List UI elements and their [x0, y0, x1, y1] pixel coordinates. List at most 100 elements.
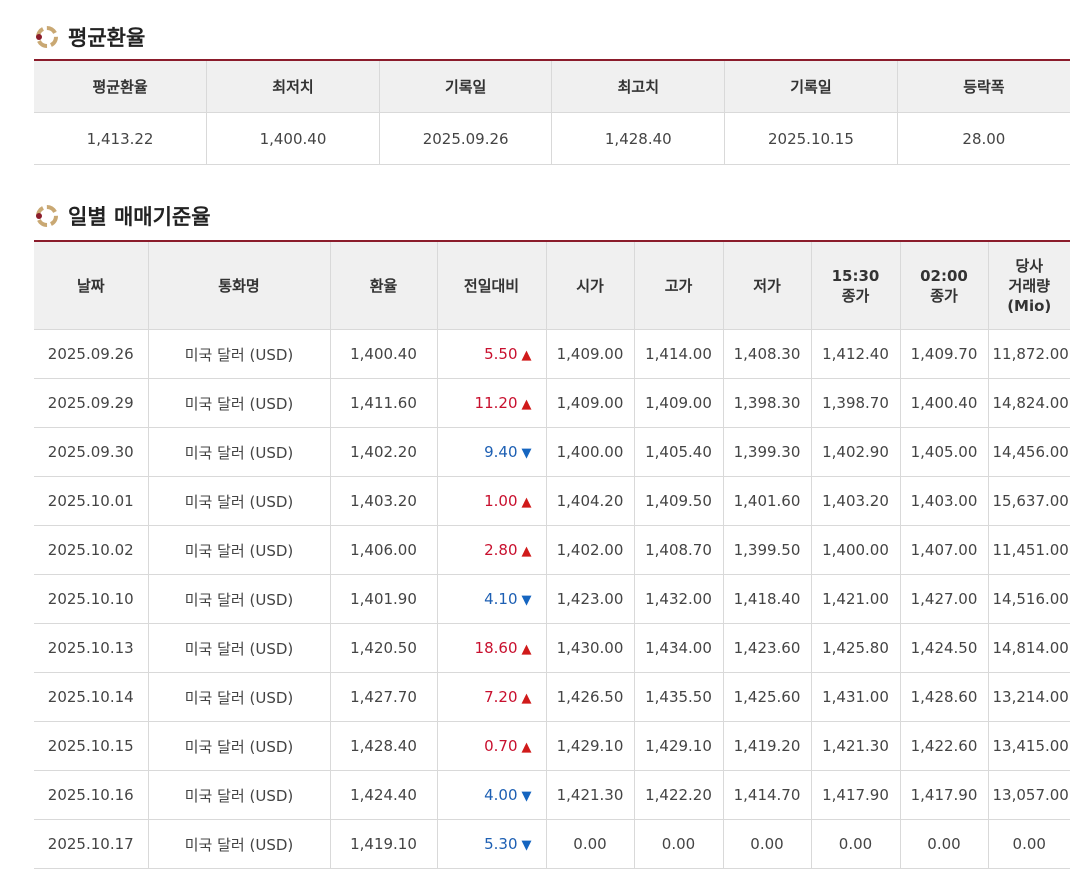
cell-close-0200: 1,422.60: [900, 721, 989, 771]
daily-header-row: 날짜 통화명 환율 전일대비 시가 고가 저가 15:30 종가 02:00 종…: [34, 241, 1070, 330]
cell-change: 5.50 ▲: [437, 329, 547, 379]
table-row: 2025.10.01 미국 달러 (USD) 1,403.20 1.00 ▲ 1,404.…: [34, 476, 1070, 526]
value-max: 1,428.40: [551, 112, 726, 165]
change-value: 5.50: [484, 345, 518, 363]
cell-date: 2025.10.01: [34, 476, 149, 526]
header-volume: 당사 거래량 (Mio): [988, 241, 1070, 330]
cell-high: 1,435.50: [634, 672, 724, 722]
change-value: 7.20: [484, 688, 518, 706]
cell-volume: 14,516.00: [988, 574, 1070, 624]
table-row: 2025.10.02 미국 달러 (USD) 1,406.00 2.80 ▲ 1,402.…: [34, 525, 1070, 575]
cell-close-1530: 1,403.20: [811, 476, 901, 526]
cell-high: 1,422.20: [634, 770, 724, 820]
cell-rate: 1,406.00: [330, 525, 438, 575]
cell-volume: 0.00: [988, 819, 1070, 869]
section-title-text: 일별 매매기준율: [68, 205, 211, 229]
cell-open: 1,402.00: [546, 525, 635, 575]
cell-open: 0.00: [546, 819, 635, 869]
cell-change: 2.80 ▲: [437, 525, 547, 575]
cell-close-0200: 1,407.00: [900, 525, 989, 575]
cell-date: 2025.10.02: [34, 525, 149, 575]
average-rate-table: 평균환율 최저치 기록일 최고치 기록일 등락폭 1,413.22 1,400.…: [34, 59, 1070, 165]
cell-currency: 미국 달러 (USD): [148, 770, 331, 820]
cell-change: 4.00 ▼: [437, 770, 547, 820]
cell-high: 1,429.10: [634, 721, 724, 771]
cell-currency: 미국 달러 (USD): [148, 574, 331, 624]
average-rate-header-row: 평균환율 최저치 기록일 최고치 기록일 등락폭: [34, 60, 1070, 113]
change-value: 9.40: [484, 443, 518, 461]
change-value: 4.00: [484, 786, 518, 804]
cell-volume: 14,456.00: [988, 427, 1070, 477]
cell-low: 1,398.30: [723, 378, 812, 428]
value-min: 1,400.40: [206, 112, 380, 165]
cell-currency: 미국 달러 (USD): [148, 819, 331, 869]
cell-close-0200: 1,405.00: [900, 427, 989, 477]
change-value: 18.60: [474, 639, 518, 657]
value-max-date: 2025.10.15: [724, 112, 898, 165]
cell-close-1530: 0.00: [811, 819, 901, 869]
cell-high: 1,409.50: [634, 476, 724, 526]
cell-date: 2025.10.15: [34, 721, 149, 771]
header-currency: 통화명: [148, 241, 331, 330]
cell-date: 2025.09.30: [34, 427, 149, 477]
cell-rate: 1,424.40: [330, 770, 438, 820]
triangle-up-icon: ▲: [521, 397, 532, 412]
change-value: 0.70: [484, 737, 518, 755]
cell-open: 1,423.00: [546, 574, 635, 624]
change-value: 4.10: [484, 590, 518, 608]
header-range: 등락폭: [897, 60, 1070, 113]
section-title-daily-rate: 일별 매매기준율: [34, 201, 211, 231]
cell-volume: 13,214.00: [988, 672, 1070, 722]
cell-low: 1,401.60: [723, 476, 812, 526]
cell-close-0200: 1,427.00: [900, 574, 989, 624]
table-row: 2025.09.26 미국 달러 (USD) 1,400.40 5.50 ▲ 1,409.…: [34, 329, 1070, 379]
cell-open: 1,426.50: [546, 672, 635, 722]
cell-open: 1,409.00: [546, 329, 635, 379]
cell-close-0200: 1,424.50: [900, 623, 989, 673]
header-max-date: 기록일: [724, 60, 898, 113]
table-row: 2025.10.13 미국 달러 (USD) 1,420.50 18.60 ▲ 1,430…: [34, 623, 1070, 673]
cell-currency: 미국 달러 (USD): [148, 329, 331, 379]
header-average-rate: 평균환율: [34, 60, 208, 113]
cell-close-0200: 1,417.90: [900, 770, 989, 820]
cell-date: 2025.09.26: [34, 329, 149, 379]
cell-high: 1,434.00: [634, 623, 724, 673]
cell-close-1530: 1,417.90: [811, 770, 901, 820]
cell-currency: 미국 달러 (USD): [148, 476, 331, 526]
triangle-down-icon: ▼: [521, 789, 532, 804]
cell-currency: 미국 달러 (USD): [148, 525, 331, 575]
cell-low: 1,425.60: [723, 672, 812, 722]
change-value: 1.00: [484, 492, 518, 510]
cell-low: 1,408.30: [723, 329, 812, 379]
ring-bullet-icon: [36, 205, 58, 227]
cell-open: 1,429.10: [546, 721, 635, 771]
daily-rate-table: 날짜 통화명 환율 전일대비 시가 고가 저가 15:30 종가 02:00 종…: [34, 240, 1070, 869]
header-max: 최고치: [551, 60, 726, 113]
cell-rate: 1,411.60: [330, 378, 438, 428]
cell-close-0200: 1,409.70: [900, 329, 989, 379]
cell-date: 2025.10.17: [34, 819, 149, 869]
cell-close-1530: 1,421.00: [811, 574, 901, 624]
cell-change: 0.70 ▲: [437, 721, 547, 771]
header-date: 날짜: [34, 241, 149, 330]
cell-low: 0.00: [723, 819, 812, 869]
cell-volume: 15,637.00: [988, 476, 1070, 526]
cell-date: 2025.09.29: [34, 378, 149, 428]
cell-close-1530: 1,425.80: [811, 623, 901, 673]
cell-low: 1,414.70: [723, 770, 812, 820]
average-rate-value-row: 1,413.22 1,400.40 2025.09.26 1,428.40 20…: [34, 112, 1070, 165]
cell-volume: 11,872.00: [988, 329, 1070, 379]
header-rate: 환율: [330, 241, 438, 330]
change-value: 11.20: [474, 394, 518, 412]
cell-low: 1,423.60: [723, 623, 812, 673]
cell-volume: 14,814.00: [988, 623, 1070, 673]
section-title-text: 평균환율: [68, 26, 146, 50]
cell-close-0200: 1,428.60: [900, 672, 989, 722]
cell-rate: 1,400.40: [330, 329, 438, 379]
header-close-1530: 15:30 종가: [811, 241, 901, 330]
cell-currency: 미국 달러 (USD): [148, 672, 331, 722]
cell-currency: 미국 달러 (USD): [148, 623, 331, 673]
cell-rate: 1,427.70: [330, 672, 438, 722]
change-value: 5.30: [484, 835, 518, 853]
cell-change: 1.00 ▲: [437, 476, 547, 526]
